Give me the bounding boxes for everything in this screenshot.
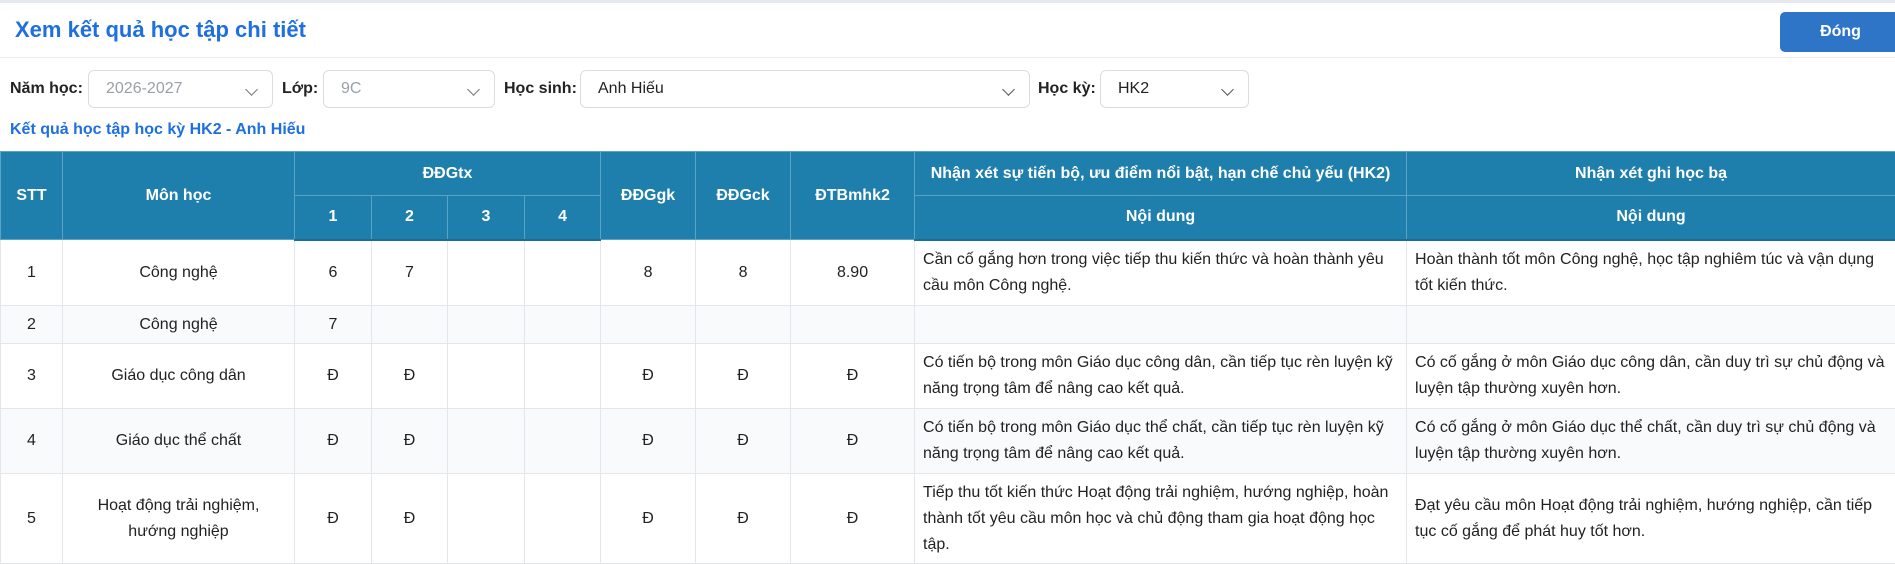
header-ddggk: ĐĐGgk xyxy=(601,152,696,240)
cell-subject: Công nghệ xyxy=(63,240,295,306)
cell-stt: 1 xyxy=(1,240,63,306)
table-row: 5 Hoạt động trải nghiệm, hướng nghiệp Đ … xyxy=(1,474,1895,564)
header-subject: Môn học xyxy=(63,152,295,240)
student-select[interactable]: Anh Hiếu xyxy=(580,70,1030,108)
header-tx-2: 2 xyxy=(372,196,448,240)
header-tx-1: 1 xyxy=(295,196,372,240)
cell-tx-3 xyxy=(448,409,525,474)
cell-subject: Hoạt động trải nghiệm, hướng nghiệp xyxy=(63,474,295,564)
cell-record: Đạt yêu cầu môn Hoạt động trải nghiệm, h… xyxy=(1407,474,1895,564)
cell-tx-3 xyxy=(448,306,525,344)
cell-comment: Có tiến bộ trong môn Giáo dục thể chất, … xyxy=(915,409,1407,474)
table-row: 4 Giáo dục thể chất Đ Đ Đ Đ Đ Có tiến bộ… xyxy=(1,409,1895,474)
cell-tb xyxy=(791,306,915,344)
cell-tx-4 xyxy=(525,474,601,564)
chevron-down-icon xyxy=(1221,83,1234,96)
cell-gk: Đ xyxy=(601,474,696,564)
cell-ck: Đ xyxy=(696,344,791,409)
cell-tx-2 xyxy=(372,306,448,344)
header-ddgck: ĐĐGck xyxy=(696,152,791,240)
cell-tx-2: 7 xyxy=(372,240,448,306)
chevron-down-icon xyxy=(467,83,480,96)
cell-ck xyxy=(696,306,791,344)
filter-bar: Năm học: 2026-2027 Lớp: 9C Học sinh: Anh… xyxy=(0,70,1895,110)
cell-tx-3 xyxy=(448,344,525,409)
cell-tx-4 xyxy=(525,240,601,306)
cell-record xyxy=(1407,306,1895,344)
cell-tx-1: Đ xyxy=(295,344,372,409)
dialog-header: Xem kết quả học tập chi tiết Đóng xyxy=(0,3,1895,58)
cell-subject: Giáo dục thể chất xyxy=(63,409,295,474)
header-dtb: ĐTBmhk2 xyxy=(791,152,915,240)
cell-comment xyxy=(915,306,1407,344)
term-select[interactable]: HK2 xyxy=(1100,70,1249,108)
cell-comment: Cần cố gắng hơn trong việc tiếp thu kiến… xyxy=(915,240,1407,306)
term-select-value: HK2 xyxy=(1118,80,1149,97)
cell-tx-1: 6 xyxy=(295,240,372,306)
year-select[interactable]: 2026-2027 xyxy=(88,70,273,108)
cell-comment: Tiếp thu tốt kiến thức Hoạt động trải ng… xyxy=(915,474,1407,564)
cell-tb: 8.90 xyxy=(791,240,915,306)
student-label: Học sinh: xyxy=(504,80,577,98)
cell-gk xyxy=(601,306,696,344)
results-table: STT Môn học ĐĐGtx ĐĐGgk ĐĐGck ĐTBmhk2 Nh… xyxy=(0,151,1895,564)
student-select-value: Anh Hiếu xyxy=(598,80,664,97)
header-tx-3: 3 xyxy=(448,196,525,240)
cell-tx-1: Đ xyxy=(295,409,372,474)
header-stt: STT xyxy=(1,152,63,240)
cell-tx-4 xyxy=(525,344,601,409)
chevron-down-icon xyxy=(245,83,258,96)
cell-tb: Đ xyxy=(791,474,915,564)
cell-tx-4 xyxy=(525,409,601,474)
table-row: 3 Giáo dục công dân Đ Đ Đ Đ Đ Có tiến bộ… xyxy=(1,344,1895,409)
results-subtitle: Kết quả học tập học kỳ HK2 - Anh Hiếu xyxy=(10,121,305,139)
cell-record: Có cố gắng ở môn Giáo dục công dân, cần … xyxy=(1407,344,1895,409)
cell-tx-3 xyxy=(448,240,525,306)
close-button[interactable]: Đóng xyxy=(1780,12,1895,52)
cell-tx-2: Đ xyxy=(372,474,448,564)
cell-tx-2: Đ xyxy=(372,409,448,474)
cell-tx-2: Đ xyxy=(372,344,448,409)
cell-tx-1: 7 xyxy=(295,306,372,344)
cell-subject: Công nghệ xyxy=(63,306,295,344)
cell-record: Hoàn thành tốt môn Công nghệ, học tập ng… xyxy=(1407,240,1895,306)
cell-tx-1: Đ xyxy=(295,474,372,564)
class-select-value: 9C xyxy=(341,80,361,97)
class-select[interactable]: 9C xyxy=(323,70,495,108)
table-row: 1 Công nghệ 6 7 8 8 8.90 Cần cố gắng hơn… xyxy=(1,240,1895,306)
year-label: Năm học: xyxy=(10,80,83,98)
table-row: 2 Công nghệ 7 xyxy=(1,306,1895,344)
cell-gk: Đ xyxy=(601,344,696,409)
cell-stt: 4 xyxy=(1,409,63,474)
cell-tx-3 xyxy=(448,474,525,564)
cell-gk: 8 xyxy=(601,240,696,306)
cell-record: Có cố gắng ở môn Giáo dục thể chất, cần … xyxy=(1407,409,1895,474)
cell-ck: Đ xyxy=(696,474,791,564)
cell-tx-4 xyxy=(525,306,601,344)
class-label: Lớp: xyxy=(282,80,318,98)
cell-ck: Đ xyxy=(696,409,791,474)
cell-gk: Đ xyxy=(601,409,696,474)
header-comment-record: Nhận xét ghi học bạ xyxy=(1407,152,1895,196)
cell-subject: Giáo dục công dân xyxy=(63,344,295,409)
page-title: Xem kết quả học tập chi tiết xyxy=(15,17,306,43)
cell-tb: Đ xyxy=(791,409,915,474)
header-comment-progress: Nhận xét sự tiến bộ, ưu điểm nổi bật, hạ… xyxy=(915,152,1407,196)
header-ddgtx: ĐĐGtx xyxy=(295,152,601,196)
cell-stt: 3 xyxy=(1,344,63,409)
cell-stt: 2 xyxy=(1,306,63,344)
cell-ck: 8 xyxy=(696,240,791,306)
chevron-down-icon xyxy=(1002,83,1015,96)
term-label: Học kỳ: xyxy=(1038,80,1096,98)
header-content-progress: Nội dung xyxy=(915,196,1407,240)
cell-stt: 5 xyxy=(1,474,63,564)
header-tx-4: 4 xyxy=(525,196,601,240)
header-content-record: Nội dung xyxy=(1407,196,1895,240)
cell-tb: Đ xyxy=(791,344,915,409)
cell-comment: Có tiến bộ trong môn Giáo dục công dân, … xyxy=(915,344,1407,409)
year-select-value: 2026-2027 xyxy=(106,80,183,97)
